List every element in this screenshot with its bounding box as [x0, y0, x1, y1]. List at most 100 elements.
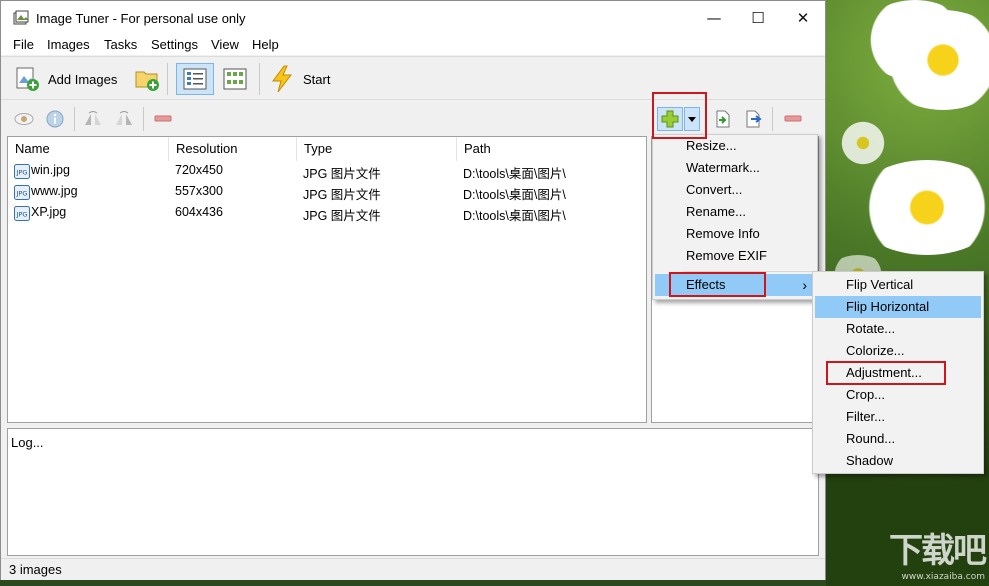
menu-settings[interactable]: Settings — [151, 37, 198, 52]
add-folder-icon — [135, 71, 159, 91]
toolbar-separator — [259, 63, 260, 95]
column-header-path[interactable]: Path — [457, 137, 646, 161]
details-view-button[interactable] — [176, 63, 214, 95]
remove-task-icon — [784, 115, 802, 122]
file-list[interactable]: Name Resolution Type Path JPG win.jpg 72… — [7, 136, 647, 423]
file-path: D:\tools\桌面\图片\ — [463, 188, 566, 202]
menu-file[interactable]: File — [13, 37, 34, 52]
thumbnails-view-icon — [223, 68, 247, 90]
flip-left-icon — [85, 111, 101, 125]
jpg-file-icon-label: JPG — [16, 190, 28, 198]
jpg-file-icon: JPG — [14, 185, 30, 200]
export-tasks-button[interactable] — [743, 108, 765, 130]
remove-image-button[interactable] — [152, 108, 174, 130]
add-folder-button[interactable] — [134, 63, 160, 95]
table-row[interactable]: JPG win.jpg 720x450 JPG 图片文件 D:\tools\桌面… — [8, 161, 646, 182]
effects-submenu: Flip Vertical Flip Horizontal Rotate... … — [812, 271, 984, 474]
menu-item-effects[interactable]: Effects › — [655, 274, 815, 296]
info-button[interactable] — [44, 108, 66, 130]
menu-item-rename[interactable]: Rename... — [655, 201, 815, 223]
table-row[interactable]: JPG XP.jpg 604x436 JPG 图片文件 D:\tools\桌面\… — [8, 203, 646, 224]
menu-item-adjustment[interactable]: Adjustment... — [815, 362, 981, 384]
minimize-button[interactable]: — — [691, 1, 737, 35]
start-button[interactable]: Start — [269, 63, 330, 95]
file-resolution: 720x450 — [175, 163, 223, 177]
file-name: win.jpg — [31, 163, 70, 177]
status-bar: 3 images — [1, 558, 825, 580]
add-task-button[interactable] — [657, 107, 683, 131]
add-images-icon — [16, 67, 39, 91]
submenu-arrow-icon: › — [802, 277, 807, 293]
menu-item-round[interactable]: Round... — [815, 428, 981, 450]
file-resolution: 604x436 — [175, 205, 223, 219]
menu-item-crop[interactable]: Crop... — [815, 384, 981, 406]
jpg-file-icon-label: JPG — [16, 211, 28, 219]
menu-bar: File Images Tasks Settings View Help — [1, 35, 825, 55]
start-label: Start — [303, 71, 331, 87]
column-header-name[interactable]: Name — [8, 137, 169, 161]
menu-view[interactable]: View — [211, 37, 239, 52]
column-header-type[interactable]: Type — [297, 137, 457, 161]
details-view-icon — [183, 68, 207, 90]
preview-button[interactable] — [13, 108, 35, 130]
column-header-resolution[interactable]: Resolution — [169, 137, 297, 161]
menu-separator — [683, 271, 813, 272]
menu-item-flip-horizontal[interactable]: Flip Horizontal — [815, 296, 981, 318]
file-path: D:\tools\桌面\图片\ — [463, 167, 566, 181]
toolbar-separator — [74, 107, 75, 131]
file-resolution: 557x300 — [175, 184, 223, 198]
menu-help[interactable]: Help — [252, 37, 279, 52]
jpg-file-icon: JPG — [14, 206, 30, 221]
menu-item-rotate[interactable]: Rotate... — [815, 318, 981, 340]
close-button[interactable]: ✕ — [780, 1, 826, 35]
file-name: XP.jpg — [31, 205, 67, 219]
file-path: D:\tools\桌面\图片\ — [463, 209, 566, 223]
menu-item-convert[interactable]: Convert... — [655, 179, 815, 201]
menu-item-shadow[interactable]: Shadow — [815, 450, 981, 472]
thumbnails-view-button[interactable] — [220, 63, 250, 95]
eye-icon — [14, 113, 34, 125]
add-images-button[interactable]: Add Images — [14, 63, 117, 95]
import-tasks-button[interactable] — [712, 108, 734, 130]
secondary-toolbar — [1, 101, 825, 135]
export-icon — [746, 110, 762, 128]
lightning-icon — [272, 65, 293, 93]
toolbar-separator — [167, 63, 168, 95]
menu-item-colorize[interactable]: Colorize... — [815, 340, 981, 362]
app-icon — [13, 10, 29, 25]
log-panel: Log... — [7, 428, 819, 556]
file-type: JPG 图片文件 — [303, 209, 381, 223]
maximize-button[interactable]: ☐ — [735, 1, 781, 35]
info-icon — [46, 110, 64, 128]
add-task-icon — [661, 110, 679, 128]
title-bar: Image Tuner - For personal use only — ☐ … — [1, 1, 825, 35]
menu-item-remove-info[interactable]: Remove Info — [655, 223, 815, 245]
menu-tasks[interactable]: Tasks — [104, 37, 137, 52]
menu-item-watermark[interactable]: Watermark... — [655, 157, 815, 179]
flip-left-button[interactable] — [82, 108, 104, 130]
add-task-menu: Resize... Watermark... Convert... Rename… — [652, 134, 818, 300]
flip-right-button[interactable] — [113, 108, 135, 130]
menu-images[interactable]: Images — [47, 37, 90, 52]
window-title: Image Tuner - For personal use only — [36, 11, 246, 26]
log-text: Log... — [11, 435, 44, 450]
import-icon — [716, 110, 730, 128]
file-name: www.jpg — [31, 184, 78, 198]
add-images-label: Add Images — [48, 71, 118, 87]
jpg-file-icon-label: JPG — [16, 169, 28, 177]
toolbar-separator — [143, 107, 144, 131]
menu-item-remove-exif[interactable]: Remove EXIF — [655, 245, 815, 267]
table-row[interactable]: JPG www.jpg 557x300 JPG 图片文件 D:\tools\桌面… — [8, 182, 646, 203]
toolbar-separator — [772, 107, 773, 131]
toolbar-separator — [706, 107, 707, 131]
main-toolbar: Add Images Start — [1, 56, 825, 100]
remove-task-button[interactable] — [782, 108, 804, 130]
add-task-dropdown[interactable] — [684, 107, 700, 131]
file-type: JPG 图片文件 — [303, 188, 381, 202]
watermark-logo: 下载吧 www.xiazaiba.com — [889, 531, 987, 582]
menu-item-flip-vertical[interactable]: Flip Vertical — [815, 274, 981, 296]
flip-right-icon — [116, 111, 132, 125]
menu-item-resize[interactable]: Resize... — [655, 135, 815, 157]
menu-item-filter[interactable]: Filter... — [815, 406, 981, 428]
jpg-file-icon: JPG — [14, 164, 30, 179]
